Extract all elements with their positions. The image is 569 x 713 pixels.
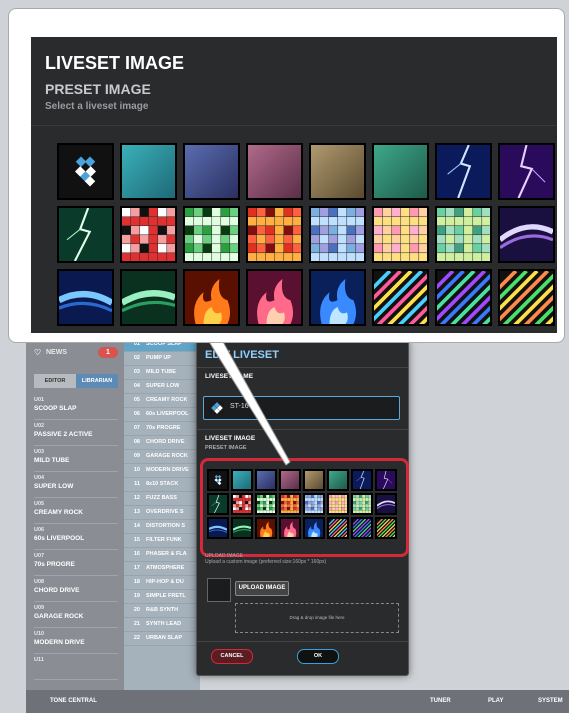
preset-image-large-mauve[interactable]	[246, 143, 303, 200]
lightning-blue-icon	[437, 145, 490, 198]
preset-image-large-green-teal[interactable]	[372, 143, 429, 200]
teal-icon	[122, 145, 175, 198]
mosaic-pink-yellow-icon	[374, 208, 427, 261]
boss-logo-icon	[59, 145, 112, 198]
flame-pink-icon	[248, 271, 301, 324]
callout-panel: LIVESET IMAGE PRESET IMAGE Select a live…	[8, 8, 565, 343]
flame-blue-icon	[311, 271, 364, 324]
mosaic-green-pastel-icon	[437, 208, 490, 261]
preset-image-large-mosaic-green-pastel[interactable]	[435, 206, 492, 263]
khaki-icon	[311, 145, 364, 198]
preset-image-large-indigo[interactable]	[183, 143, 240, 200]
preset-image-large-wave-green[interactable]	[120, 269, 177, 326]
preset-image-large-flame-pink[interactable]	[246, 269, 303, 326]
preset-image-large-wave-blue[interactable]	[57, 269, 114, 326]
lightning-purple-icon	[500, 145, 553, 198]
indigo-icon	[185, 145, 238, 198]
preset-image-large-mosaic-green[interactable]	[183, 206, 240, 263]
preset-image-large-stripes-blue-green[interactable]	[435, 269, 492, 326]
mosaic-red-white-icon	[122, 208, 175, 261]
preset-image-large-lightning-green[interactable]	[57, 206, 114, 263]
flame-orange-icon	[185, 271, 238, 324]
stripes-blue-green-icon	[437, 271, 490, 324]
preset-image-large-flame-blue[interactable]	[309, 269, 366, 326]
preset-image-large-wave-purple-white[interactable]	[498, 206, 555, 263]
preset-image-grid-enlarged	[57, 143, 555, 326]
preset-image-large-stripes-green-yellow[interactable]	[498, 269, 555, 326]
preset-image-large-lightning-blue[interactable]	[435, 143, 492, 200]
callout-title: LIVESET IMAGE	[45, 53, 185, 73]
stripes-pink-yellow-icon	[374, 271, 427, 324]
app-background: ♡ NEWS 1 EDITOR LIBRARIAN U01 SCOOP SLAP U…	[0, 0, 569, 713]
green-teal-icon	[374, 145, 427, 198]
mosaic-green-icon	[185, 208, 238, 261]
preset-image-large-boss-logo[interactable]	[57, 143, 114, 200]
lightning-green-icon	[59, 208, 112, 261]
wave-blue-icon	[59, 271, 112, 324]
callout-subtitle: PRESET IMAGE	[45, 81, 151, 97]
mosaic-red-icon	[248, 208, 301, 261]
preset-image-large-flame-orange[interactable]	[183, 269, 240, 326]
preset-image-large-teal[interactable]	[120, 143, 177, 200]
preset-image-large-mosaic-red-white[interactable]	[120, 206, 177, 263]
preset-image-large-lightning-purple[interactable]	[498, 143, 555, 200]
callout-hint: Select a liveset image	[45, 101, 149, 112]
wave-purple-white-icon	[500, 208, 553, 261]
divider	[31, 125, 557, 126]
mauve-icon	[248, 145, 301, 198]
preset-image-large-mosaic-pink-yellow[interactable]	[372, 206, 429, 263]
preset-image-large-khaki[interactable]	[309, 143, 366, 200]
stripes-green-yellow-icon	[500, 271, 553, 324]
preset-image-large-stripes-pink-yellow[interactable]	[372, 269, 429, 326]
wave-green-icon	[122, 271, 175, 324]
preset-image-large-mosaic-red[interactable]	[246, 206, 303, 263]
callout-content: LIVESET IMAGE PRESET IMAGE Select a live…	[31, 37, 557, 333]
preset-image-large-mosaic-blue-pastel[interactable]	[309, 206, 366, 263]
mosaic-blue-pastel-icon	[311, 208, 364, 261]
